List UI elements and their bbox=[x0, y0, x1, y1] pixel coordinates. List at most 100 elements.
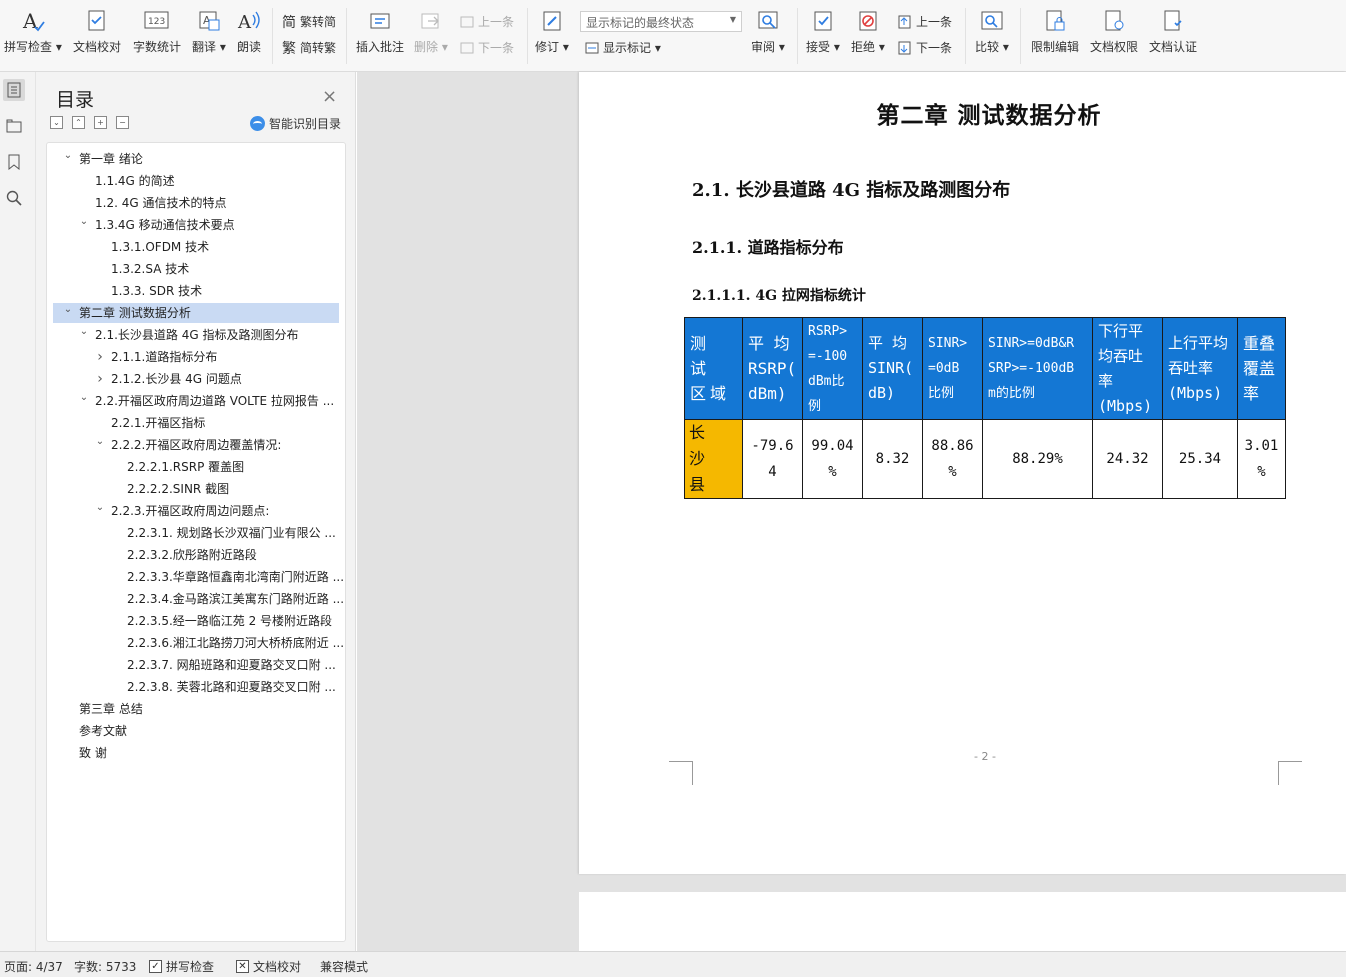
word-count-indicator[interactable]: 字数: 5733 bbox=[74, 958, 136, 975]
accept-button[interactable]: 接受 ▾ bbox=[806, 8, 840, 55]
table-row: 长 沙 县 -79.6 4 99.04 % 8.32 88.86 % 88.29… bbox=[684, 419, 1286, 499]
review-button[interactable]: 审阅 ▾ bbox=[751, 8, 785, 55]
collapse-all-icon[interactable]: ⌃ bbox=[72, 116, 85, 129]
table-cell: 3.01 % bbox=[1237, 419, 1286, 499]
toc-item[interactable]: 参考文献 bbox=[63, 721, 127, 741]
spell-check-button[interactable]: A 拼写检查 ▾ bbox=[4, 8, 62, 55]
table-header: 平 均 RSRP( dBm) bbox=[742, 317, 803, 420]
table-header: SINR>=0dB&R SRP>=-100dB m的比例 bbox=[982, 317, 1093, 420]
accept-icon bbox=[810, 8, 836, 34]
next-comment-button[interactable]: 下一条 bbox=[459, 39, 514, 56]
remove-level-icon[interactable]: − bbox=[116, 116, 129, 129]
toc-item-label: 2.2.3.4.金马路滨江美寓东门路附近路 ... bbox=[127, 592, 345, 606]
insert-comment-button[interactable]: 插入批注 bbox=[356, 8, 404, 55]
toc-item[interactable]: ⌄ 1.3.4G 移动通信技术要点 bbox=[79, 215, 235, 235]
toc-item[interactable]: 2.2.3.6.湘江北路捞刀河大桥桥底附近 ... bbox=[111, 633, 344, 653]
toc-item-label: 2.2.3.5.经一路临江苑 2 号楼附近路段 bbox=[127, 614, 333, 628]
toc-item[interactable]: 2.2.3.2.欣彤路附近路段 bbox=[111, 545, 257, 565]
table-header-row: 测 试 区域 平 均 RSRP( dBm) RSRP> =-100 dBm比例 … bbox=[684, 317, 1286, 420]
bookmark-icon[interactable] bbox=[3, 151, 25, 173]
toc-item[interactable]: › 2.1.2.长沙县 4G 问题点 bbox=[95, 369, 242, 389]
document-page[interactable]: 第二章 测试数据分析 2.1. 长沙县道路 4G 指标及路测图分布 2.1.1.… bbox=[579, 72, 1346, 874]
toc-item[interactable]: 2.2.3.3.华章路恒鑫南北湾南门附近路 ... bbox=[111, 567, 344, 587]
toc-item[interactable]: ⌄ 2.2.开福区政府周边道路 VOLTE 拉网报告 ... bbox=[79, 391, 334, 411]
toc-item[interactable]: 2.2.3.8. 芙蓉北路和迎夏路交叉口附 ... bbox=[111, 677, 336, 697]
chevron-down-icon[interactable]: ⌄ bbox=[63, 146, 73, 166]
toc-item-label: 2.2.3.2.欣彤路附近路段 bbox=[127, 548, 257, 562]
toc-item[interactable]: 2.2.3.7. 网船班路和迎夏路交叉口附 ... bbox=[111, 655, 336, 675]
side-icon-strip bbox=[0, 72, 36, 951]
toc-item[interactable]: ⌄ 2.2.2.开福区政府周边覆盖情况: bbox=[95, 432, 282, 455]
chevron-down-icon[interactable]: ⌄ bbox=[79, 388, 89, 408]
checkbox-x-icon: ✕ bbox=[236, 960, 249, 973]
toc-item[interactable]: 2.2.3.4.金马路滨江美寓东门路附近路 ... bbox=[111, 589, 344, 609]
revise-button[interactable]: 修订 ▾ bbox=[535, 8, 569, 55]
next-page[interactable] bbox=[579, 892, 1346, 951]
status-spell-check[interactable]: ✓ 拼写检查 bbox=[149, 958, 214, 975]
toc-item[interactable]: 1.3.2.SA 技术 bbox=[95, 259, 189, 279]
prev-change-button[interactable]: 上一条 bbox=[897, 13, 952, 30]
toc-item[interactable]: ⌄ 2.1.长沙县道路 4G 指标及路测图分布 bbox=[79, 322, 299, 345]
toc-item[interactable]: 2.2.1.开福区指标 bbox=[95, 413, 205, 433]
table-header: 平 均 SINR( dB) bbox=[862, 317, 923, 420]
markup-state-dropdown[interactable]: 显示标记的最终状态 ▼ bbox=[580, 11, 742, 32]
toc-view-icon[interactable] bbox=[3, 79, 25, 101]
toc-item[interactable]: 致 谢 bbox=[63, 743, 107, 763]
toc-item-label: 2.1.1.道路指标分布 bbox=[111, 350, 218, 364]
search-icon[interactable] bbox=[3, 187, 25, 209]
status-doc-proofread[interactable]: ✕ 文档校对 bbox=[236, 958, 301, 975]
chevron-down-icon[interactable]: ⌄ bbox=[63, 300, 73, 320]
toc-item-label: 2.2.3.1. 规划路长沙双福门业有限公 ... bbox=[127, 526, 336, 540]
toc-item-label: 2.2.2.1.RSRP 覆盖图 bbox=[127, 460, 245, 474]
toc-item[interactable]: 1.3.1.OFDM 技术 bbox=[95, 237, 209, 257]
toc-item-label: 致 谢 bbox=[79, 746, 107, 760]
chevron-down-icon[interactable]: ⌄ bbox=[95, 498, 105, 518]
chevron-down-icon[interactable]: ⌄ bbox=[95, 432, 105, 452]
chevron-right-icon[interactable]: › bbox=[95, 347, 105, 367]
delete-comment-icon bbox=[418, 8, 444, 34]
toc-item[interactable]: 第三章 总结 bbox=[63, 699, 143, 719]
chevron-down-icon[interactable]: ⌄ bbox=[79, 212, 89, 232]
word-count-button[interactable]: 123 字数统计 bbox=[133, 8, 181, 55]
toc-item[interactable]: ⌄ 2.2.3.开福区政府周边问题点: bbox=[95, 498, 270, 521]
permission-icon bbox=[1101, 8, 1127, 34]
doc-permission-button[interactable]: 文档权限 bbox=[1090, 8, 1138, 55]
translate-button[interactable]: A 翻译 ▾ bbox=[192, 8, 226, 55]
to-traditional-button[interactable]: 繁简转繁 bbox=[281, 39, 336, 57]
toc-item[interactable]: 1.1.4G 的简述 bbox=[79, 171, 175, 191]
toc-item[interactable]: 2.2.3.5.经一路临江苑 2 号楼附近路段 bbox=[111, 611, 332, 631]
doc-auth-button[interactable]: 文档认证 bbox=[1149, 8, 1197, 55]
delete-comment-button[interactable]: 删除 ▾ bbox=[414, 8, 448, 55]
read-aloud-button[interactable]: A 朗读 bbox=[236, 8, 262, 55]
next-change-button[interactable]: 下一条 bbox=[897, 39, 952, 56]
toc-item-label: 2.1.2.长沙县 4G 问题点 bbox=[111, 372, 242, 386]
toc-item[interactable]: ⌄ 第二章 测试数据分析 bbox=[53, 303, 339, 323]
chevron-right-icon[interactable]: › bbox=[95, 369, 105, 389]
smart-toc-button[interactable]: 智能识别目录 bbox=[250, 115, 341, 132]
doc-proofread-button[interactable]: 文档校对 bbox=[73, 8, 121, 55]
add-level-icon[interactable]: + bbox=[94, 116, 107, 129]
reject-button[interactable]: 拒绝 ▾ bbox=[851, 8, 885, 55]
toc-item[interactable]: 1.2. 4G 通信技术的特点 bbox=[79, 193, 226, 213]
toc-item[interactable]: 2.2.3.1. 规划路长沙双福门业有限公 ... bbox=[111, 523, 336, 543]
prev-comment-button[interactable]: 上一条 bbox=[459, 13, 514, 30]
toc-item[interactable]: 2.2.2.2.SINR 截图 bbox=[111, 479, 229, 499]
toc-item[interactable]: 1.3.3. SDR 技术 bbox=[95, 281, 202, 301]
toc-item[interactable]: ⌄ 第一章 绪论 bbox=[63, 149, 143, 169]
toc-item[interactable]: 2.2.2.1.RSRP 覆盖图 bbox=[111, 457, 244, 477]
status-bar: 页面: 4/37 字数: 5733 ✓ 拼写检查 ✕ 文档校对 兼容模式 bbox=[0, 951, 1346, 977]
restrict-edit-button[interactable]: 限制编辑 bbox=[1031, 8, 1079, 55]
toc-item-label: 1.3.4G 移动通信技术要点 bbox=[95, 218, 235, 232]
expand-all-icon[interactable]: ⌄ bbox=[50, 116, 63, 129]
chevron-down-icon[interactable]: ⌄ bbox=[79, 322, 89, 342]
prev-change-icon bbox=[897, 14, 913, 30]
show-markup-button[interactable]: 显示标记 ▾ bbox=[584, 39, 661, 56]
toc-item-label: 1.3.3. SDR 技术 bbox=[111, 284, 203, 298]
compare-button[interactable]: 比较 ▾ bbox=[975, 8, 1009, 55]
toc-item[interactable]: › 2.1.1.道路指标分布 bbox=[95, 347, 217, 367]
to-simplified-button[interactable]: 简繁转简 bbox=[281, 13, 336, 31]
table-header: SINR> =0dB 比例 bbox=[922, 317, 983, 420]
page-indicator[interactable]: 页面: 4/37 bbox=[4, 958, 63, 975]
close-icon[interactable]: × bbox=[322, 86, 337, 107]
chapter-nav-icon[interactable] bbox=[3, 115, 25, 137]
